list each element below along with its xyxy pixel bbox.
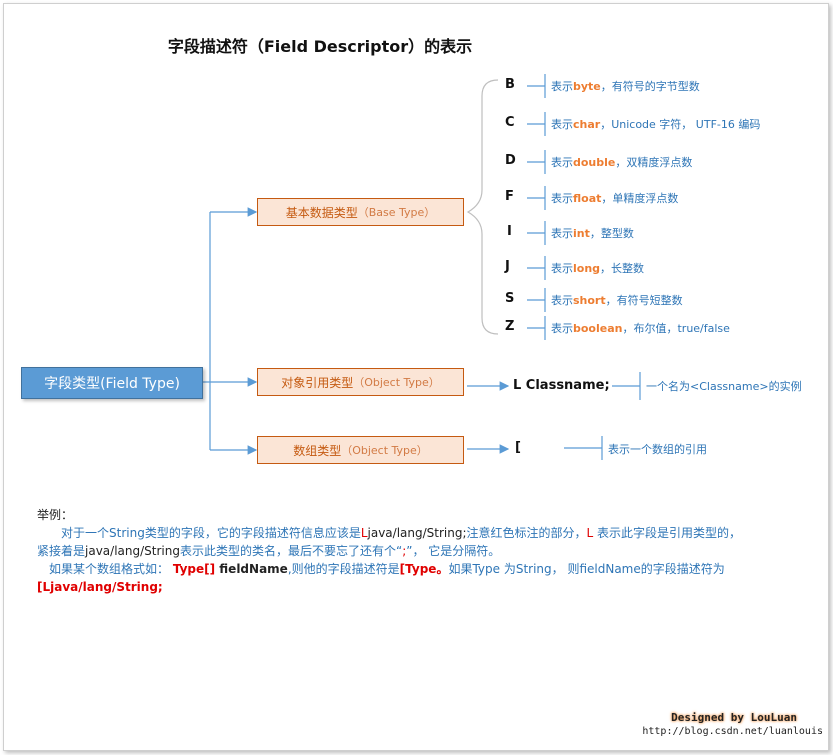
base-type-code: J bbox=[505, 259, 510, 274]
array-desc: 表示一个数组的引用 bbox=[608, 443, 707, 456]
example-line-2: 紧接着是java/lang/String表示此类型的类名，最后不要忘了还有个“;… bbox=[37, 544, 501, 558]
base-type-code: D bbox=[505, 153, 516, 168]
base-type-desc: 表示char，Unicode 字符， UTF-16 编码 bbox=[551, 118, 761, 131]
base-type-connectors bbox=[527, 74, 546, 340]
base-type-desc: 表示float，单精度浮点数 bbox=[551, 192, 679, 205]
object-desc: 一个名为<Classname>的实例 bbox=[646, 380, 802, 393]
base-type-desc: 表示boolean，布尔值，true/false bbox=[551, 322, 730, 335]
example-line-1: 对于一个String类型的字段，它的字段描述符信息应该是Ljava/lang/S… bbox=[61, 526, 742, 540]
node-object-type: 对象引用类型 （Object Type） bbox=[257, 368, 464, 396]
base-type-code: I bbox=[507, 224, 512, 239]
base-type-brace bbox=[466, 79, 499, 335]
base-type-desc: 表示long，长整数 bbox=[551, 262, 645, 275]
blog-url: http://blog.csdn.net/luanlouis bbox=[642, 726, 823, 737]
object-type-label: 对象引用类型 bbox=[281, 375, 354, 390]
base-type-sub: （Base Type） bbox=[357, 206, 436, 219]
base-type-label: 基本数据类型 bbox=[285, 205, 358, 220]
base-type-code: B bbox=[505, 77, 515, 92]
object-code: L Classname; bbox=[513, 378, 610, 393]
array-type-sub: （Object Type） bbox=[341, 444, 428, 457]
example-heading: 举例： bbox=[37, 508, 74, 522]
base-type-code: S bbox=[505, 291, 515, 306]
base-type-code: C bbox=[505, 115, 515, 130]
base-type-desc: 表示short，有符号短整数 bbox=[551, 294, 683, 307]
node-base-type: 基本数据类型 （Base Type） bbox=[257, 198, 464, 226]
node-array-type: 数组类型 （Object Type） bbox=[257, 436, 464, 464]
root-node-field-type: 字段类型(Field Type) bbox=[21, 367, 203, 399]
example-line-3: 如果某个数组格式如： Type[] fieldName,则他的字段描述符是[Ty… bbox=[49, 562, 725, 576]
designer-signature: Designed by LouLuan bbox=[671, 711, 797, 724]
base-type-code: Z bbox=[505, 319, 515, 334]
array-code: [ bbox=[515, 440, 521, 455]
example-section: 举例： 对于一个String类型的字段，它的字段描述符信息应该是Ljava/la… bbox=[37, 506, 807, 596]
base-type-desc: 表示int，整型数 bbox=[551, 227, 634, 240]
example-line-4: [Ljava/lang/String; bbox=[37, 580, 163, 594]
array-type-label: 数组类型 bbox=[293, 443, 342, 458]
object-type-sub: （Object Type） bbox=[353, 376, 440, 389]
base-type-code: F bbox=[505, 189, 514, 204]
base-type-desc: 表示double，双精度浮点数 bbox=[551, 156, 693, 169]
base-type-desc: 表示byte，有符号的字节型数 bbox=[551, 80, 700, 93]
